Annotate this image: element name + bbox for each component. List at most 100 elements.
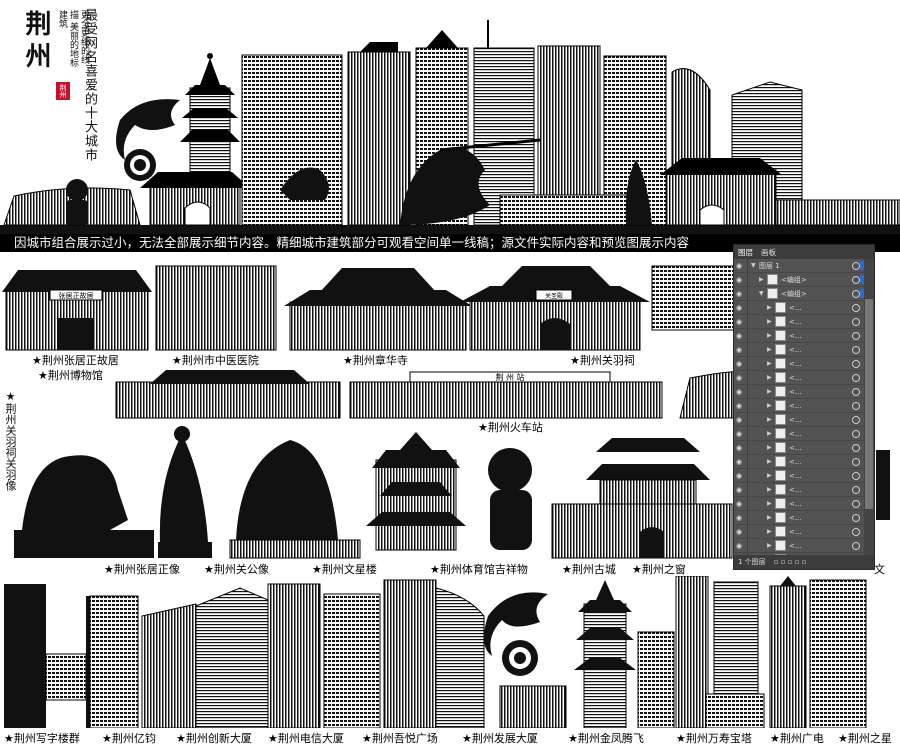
eye-icon[interactable]: ◉ [734, 472, 744, 480]
layer-row-item[interactable]: ◉ ▶ <... [734, 497, 864, 511]
target-circle-icon[interactable] [852, 401, 860, 410]
layer-row-item[interactable]: ◉ ▶ <... [734, 385, 864, 399]
layer-row-item[interactable]: ◉ ▶ <... [734, 357, 864, 371]
layer-name[interactable]: <... [789, 542, 852, 550]
target-circle-icon[interactable] [852, 303, 860, 312]
eye-icon[interactable]: ◉ [734, 500, 744, 508]
disclosure-triangle-icon[interactable]: ▶ [767, 514, 775, 521]
layer-row-item[interactable]: ◉ ▶ <... [734, 413, 864, 427]
layer-row-item[interactable]: ◉ ▶ <... [734, 441, 864, 455]
eye-icon[interactable]: ◉ [734, 458, 744, 466]
disclosure-triangle-icon[interactable]: ▶ [767, 360, 775, 367]
disclosure-triangle-icon[interactable]: ▶ [767, 374, 775, 381]
disclosure-triangle-icon[interactable]: ▶ [767, 304, 775, 311]
disclosure-triangle-icon[interactable]: ▶ [767, 416, 775, 423]
layer-name[interactable]: <编组> [781, 275, 852, 285]
disclosure-triangle-icon[interactable]: ▶ [767, 486, 775, 493]
eye-icon[interactable]: ◉ [734, 332, 744, 340]
layer-row-group[interactable]: ◉ ▼ <编组> [734, 287, 864, 301]
disclosure-triangle-icon[interactable]: ▶ [767, 402, 775, 409]
eye-icon[interactable]: ◉ [734, 528, 744, 536]
disclosure-triangle-icon[interactable]: ▶ [767, 318, 775, 325]
layer-row-item[interactable]: ◉ ▶ <... [734, 427, 864, 441]
layer-name[interactable]: <... [789, 430, 852, 438]
layer-row-top[interactable]: ◉ ▼ 图层 1 [734, 259, 864, 273]
layer-row-group[interactable]: ◉ ▶ <编组> [734, 273, 864, 287]
layer-row-item[interactable]: ◉ ▶ <... [734, 539, 864, 553]
target-circle-icon[interactable] [852, 387, 860, 396]
disclosure-triangle-icon[interactable]: ▶ [767, 500, 775, 507]
layer-row-item[interactable]: ◉ ▶ <... [734, 469, 864, 483]
target-circle-icon[interactable] [852, 541, 860, 550]
eye-icon[interactable]: ◉ [734, 444, 744, 452]
layer-name[interactable]: <... [789, 374, 852, 382]
layer-name[interactable]: <... [789, 500, 852, 508]
scrollbar-thumb[interactable] [865, 299, 873, 509]
panel-scrollbar[interactable] [864, 259, 874, 555]
layer-row-item[interactable]: ◉ ▶ <... [734, 455, 864, 469]
layer-row-item[interactable]: ◉ ▶ <... [734, 525, 864, 539]
disclosure-triangle-icon[interactable]: ▶ [767, 346, 775, 353]
layer-name[interactable]: <... [789, 444, 852, 452]
layer-name[interactable]: 图层 1 [759, 261, 852, 271]
target-circle-icon[interactable] [852, 331, 860, 340]
disclosure-triangle-icon[interactable]: ▶ [767, 528, 775, 535]
disclosure-triangle-icon[interactable]: ▼ [759, 290, 767, 297]
disclosure-triangle-icon[interactable]: ▶ [767, 430, 775, 437]
layer-name[interactable]: <... [789, 360, 852, 368]
target-circle-icon[interactable] [852, 289, 860, 298]
eye-icon[interactable]: ◉ [734, 304, 744, 312]
layer-row-item[interactable]: ◉ ▶ <... [734, 399, 864, 413]
layer-name[interactable]: <... [789, 472, 852, 480]
layer-name[interactable]: <... [789, 332, 852, 340]
target-circle-icon[interactable] [852, 485, 860, 494]
layer-name[interactable]: <... [789, 388, 852, 396]
target-circle-icon[interactable] [852, 499, 860, 508]
eye-icon[interactable]: ◉ [734, 262, 744, 270]
disclosure-triangle-icon[interactable]: ▶ [767, 388, 775, 395]
layer-name[interactable]: <... [789, 458, 852, 466]
eye-icon[interactable]: ◉ [734, 374, 744, 382]
layer-name[interactable]: <... [789, 402, 852, 410]
layer-name[interactable]: <... [789, 346, 852, 354]
eye-icon[interactable]: ◉ [734, 360, 744, 368]
target-circle-icon[interactable] [852, 275, 860, 284]
layer-name[interactable]: <... [789, 416, 852, 424]
layer-row-item[interactable]: ◉ ▶ <... [734, 483, 864, 497]
target-circle-icon[interactable] [852, 527, 860, 536]
layer-name[interactable]: <... [789, 528, 852, 536]
eye-icon[interactable]: ◉ [734, 542, 744, 550]
layers-panel[interactable]: 图层 画板 ◉ ▼ 图层 1 ◉ ▶ <编组> ◉ ▼ <编组> ◉ ▶ <... ◉… [733, 244, 875, 570]
eye-icon[interactable]: ◉ [734, 388, 744, 396]
layer-row-item[interactable]: ◉ ▶ <... [734, 371, 864, 385]
layer-row-item[interactable]: ◉ ▶ <... [734, 301, 864, 315]
disclosure-triangle-icon[interactable]: ▶ [767, 444, 775, 451]
disclosure-triangle-icon[interactable]: ▶ [767, 458, 775, 465]
eye-icon[interactable]: ◉ [734, 514, 744, 522]
disclosure-triangle-icon[interactable]: ▶ [767, 332, 775, 339]
target-circle-icon[interactable] [852, 359, 860, 368]
layer-row-item[interactable]: ◉ ▶ <... [734, 329, 864, 343]
target-circle-icon[interactable] [852, 345, 860, 354]
eye-icon[interactable]: ◉ [734, 346, 744, 354]
eye-icon[interactable]: ◉ [734, 416, 744, 424]
target-circle-icon[interactable] [852, 513, 860, 522]
disclosure-triangle-icon[interactable]: ▶ [767, 542, 775, 549]
layer-name[interactable]: <... [789, 304, 852, 312]
panel-footer-icons[interactable]: ▫ ▫ ▫ ▫ ▫ [774, 558, 807, 566]
layer-name[interactable]: <编组> [781, 289, 852, 299]
eye-icon[interactable]: ◉ [734, 486, 744, 494]
target-circle-icon[interactable] [852, 415, 860, 424]
disclosure-triangle-icon[interactable]: ▶ [759, 276, 767, 283]
eye-icon[interactable]: ◉ [734, 290, 744, 298]
eye-icon[interactable]: ◉ [734, 430, 744, 438]
target-circle-icon[interactable] [852, 261, 860, 270]
target-circle-icon[interactable] [852, 471, 860, 480]
tab-artboards[interactable]: 画板 [761, 247, 776, 258]
disclosure-triangle-icon[interactable]: ▼ [751, 262, 759, 269]
layer-row-item[interactable]: ◉ ▶ <... [734, 511, 864, 525]
disclosure-triangle-icon[interactable]: ▶ [767, 472, 775, 479]
eye-icon[interactable]: ◉ [734, 402, 744, 410]
layer-name[interactable]: <... [789, 318, 852, 326]
target-circle-icon[interactable] [852, 373, 860, 382]
